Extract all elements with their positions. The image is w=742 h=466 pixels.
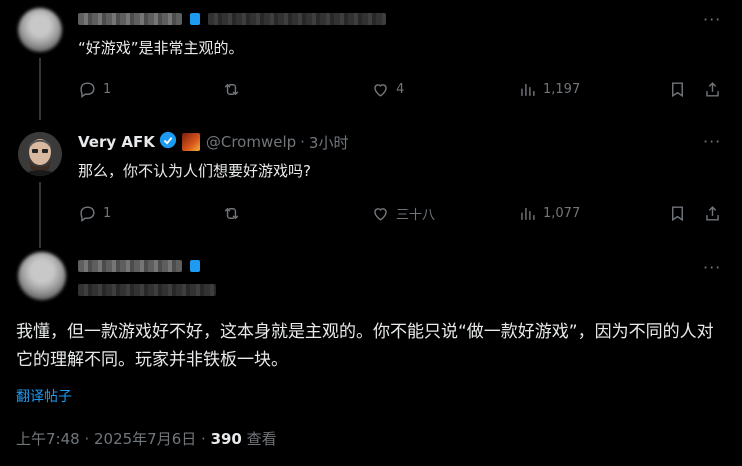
share-icon <box>706 82 719 97</box>
translate-post-link[interactable]: 翻译帖子 <box>16 386 72 406</box>
more-options-button[interactable]: ··· <box>703 258 721 277</box>
author-handle-blurred[interactable] <box>78 284 216 296</box>
tweet-text: “好游戏”是非常主观的。 <box>78 39 244 57</box>
share-icon <box>706 206 719 221</box>
views-count: 390 <box>210 430 242 448</box>
like-button[interactable]: 4 <box>371 80 404 99</box>
author-name-blurred[interactable] <box>78 13 182 25</box>
more-options-button[interactable]: ··· <box>703 132 721 151</box>
retweet-icon <box>224 83 239 96</box>
retweet-button[interactable] <box>222 80 241 99</box>
author-name[interactable]: Very AFK <box>78 133 155 151</box>
reply-icon <box>80 82 95 99</box>
verified-badge-icon <box>190 13 200 25</box>
affiliate-badge-icon <box>181 133 200 151</box>
verified-badge-icon <box>190 260 200 272</box>
verified-badge-icon <box>159 131 177 153</box>
separator: · <box>300 133 305 151</box>
analytics-icon <box>521 207 535 220</box>
main-tweet-text: 我懂，但一款游戏好不好，这本身就是主观的。你不能只说“做一款好游戏”，因为不同的… <box>16 322 714 370</box>
reply-button[interactable]: 1 <box>78 80 111 99</box>
share-button[interactable] <box>703 204 722 223</box>
tweet-time[interactable]: 3小时 <box>309 132 349 153</box>
views-button[interactable]: 1,077 <box>518 204 580 223</box>
avatar[interactable] <box>18 8 62 52</box>
reply-icon <box>80 206 95 223</box>
views-button[interactable]: 1,197 <box>518 80 580 99</box>
thread-line <box>39 182 41 248</box>
avatar[interactable] <box>18 252 66 300</box>
analytics-icon <box>521 83 535 96</box>
like-button[interactable]: 三十八 <box>371 204 435 223</box>
profile-photo <box>18 132 62 176</box>
bookmark-button[interactable] <box>668 204 687 223</box>
bookmark-icon <box>672 206 683 222</box>
author-handle[interactable]: @Cromwelp <box>206 133 296 151</box>
more-options-button[interactable]: ··· <box>703 10 721 29</box>
tweet-text: 那么，你不认为人们想要好游戏吗? <box>78 162 311 180</box>
reply-button[interactable]: 1 <box>78 204 111 223</box>
heart-icon <box>374 84 387 97</box>
bookmark-icon <box>672 82 683 98</box>
tweet-metadata: 上午7:48 · 2025年7月6日 · 390 查看 <box>16 428 277 449</box>
retweet-button[interactable] <box>222 204 241 223</box>
retweet-icon <box>224 207 239 220</box>
author-handle-blurred[interactable] <box>208 13 386 25</box>
author-name-blurred[interactable] <box>78 260 182 272</box>
share-button[interactable] <box>703 80 722 99</box>
avatar[interactable] <box>18 132 62 176</box>
timestamp[interactable]: 上午7:48 · 2025年7月6日 · <box>16 430 211 448</box>
bookmark-button[interactable] <box>668 80 687 99</box>
thread-line <box>39 58 41 120</box>
views-label: 查看 <box>241 430 277 448</box>
heart-icon <box>374 208 387 221</box>
